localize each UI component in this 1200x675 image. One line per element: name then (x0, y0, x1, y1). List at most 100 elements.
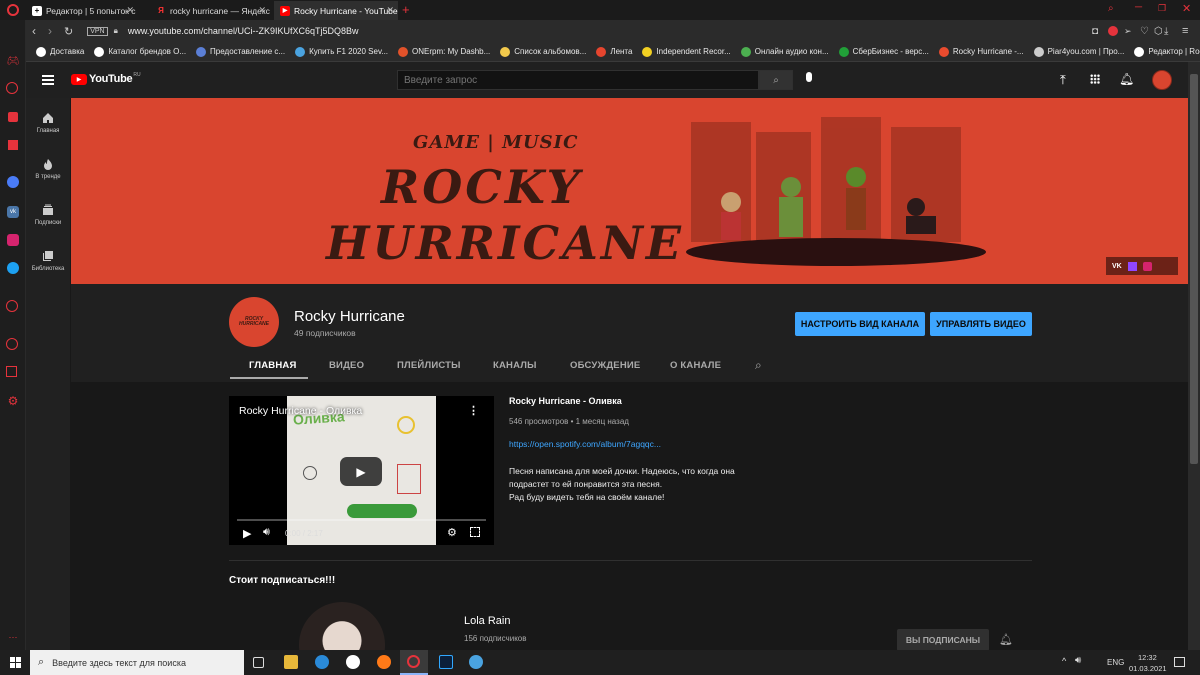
instagram-icon[interactable] (1142, 261, 1152, 271)
bookmark-item[interactable]: Предоставление с... (192, 44, 289, 60)
video-player[interactable]: Оливка Rocky Hurricane - Оливка ⋮ ▶ ▶ 🔊︎… (229, 396, 494, 545)
youtube-logo[interactable]: ▶ YouTube RU (71, 72, 141, 85)
gamepad-icon[interactable]: 🎮︎ (6, 54, 20, 68)
messenger-icon[interactable] (7, 176, 19, 188)
settings-icon[interactable]: ⚙ (447, 526, 457, 539)
adblock-icon[interactable] (1108, 26, 1118, 36)
reload-icon[interactable]: ↻ (64, 25, 73, 38)
bell-icon[interactable]: 🔔︎ (1119, 72, 1134, 86)
file-explorer-icon[interactable] (284, 655, 298, 669)
bookmark-item[interactable]: ONErpm: My Dashb... (394, 44, 494, 60)
mic-icon[interactable] (806, 72, 812, 82)
bookmark-item[interactable]: Список альбомов... (496, 44, 590, 60)
heart-icon[interactable]: ♡ (1140, 26, 1149, 37)
bookmark-item[interactable]: Piar4you.com | Про... (1030, 44, 1129, 60)
forward-icon[interactable]: › (48, 24, 52, 38)
search-tabs-icon[interactable]: ⌕ (1108, 3, 1114, 14)
cube-icon[interactable] (6, 366, 17, 377)
customize-channel-button[interactable]: НАСТРОИТЬ ВИД КАНАЛА (795, 312, 925, 336)
tab-about[interactable]: О КАНАЛЕ (670, 360, 721, 371)
notifications-icon[interactable] (1174, 657, 1185, 667)
new-tab-button[interactable]: + (402, 2, 410, 17)
close-icon[interactable]: ✕ (126, 5, 134, 16)
fullscreen-icon[interactable] (470, 527, 480, 537)
url-field[interactable]: www.youtube.com/channel/UCi--ZK9IKUfXC6q… (128, 26, 359, 36)
close-icon[interactable]: ✕ (258, 5, 266, 16)
vk-link[interactable]: VK (1112, 263, 1122, 270)
bookmark-item[interactable]: Independent Recor... (638, 44, 734, 60)
apps-icon[interactable] (1090, 74, 1100, 84)
search-button[interactable]: ⌕ (759, 70, 793, 90)
more-options-icon[interactable]: ⋮ (468, 404, 479, 417)
bag-icon[interactable] (8, 112, 18, 122)
tab-playlists[interactable]: ПЛЕЙЛИСТЫ (397, 360, 461, 371)
tab-channels[interactable]: КАНАЛЫ (493, 360, 537, 371)
instagram-icon[interactable] (7, 234, 19, 246)
camera-icon[interactable]: ◘ (1092, 26, 1098, 37)
tray-chevron-icon[interactable]: ^ (1062, 656, 1066, 666)
settings-icon[interactable]: ⚙ (6, 394, 20, 408)
avatar[interactable] (1152, 70, 1172, 90)
hamburger-icon[interactable] (42, 75, 54, 85)
guide-item-home[interactable]: Главная (26, 112, 70, 134)
bookmark-item[interactable]: Купить F1 2020 Sev... (291, 44, 392, 60)
tab-videos[interactable]: ВИДЕО (329, 360, 364, 371)
bookmark-item[interactable]: Лента (592, 44, 636, 60)
firefox-icon[interactable] (377, 655, 391, 669)
progress-bar[interactable] (237, 519, 486, 521)
search-input[interactable] (397, 70, 759, 90)
opera-icon[interactable] (407, 655, 420, 668)
bookmark-item[interactable]: Онлайн аудио кон... (737, 44, 833, 60)
speed-icon[interactable] (6, 82, 18, 94)
guide-item-subscriptions[interactable]: Подписки (26, 204, 70, 226)
close-icon[interactable]: ✕ (386, 5, 394, 16)
history-icon[interactable] (6, 338, 18, 350)
download-icon[interactable]: ⤓ (1164, 26, 1168, 37)
video-title[interactable]: Rocky Hurricane - Оливка (509, 396, 622, 406)
yandex-browser-icon[interactable] (346, 655, 360, 669)
opera-logo-icon[interactable] (7, 4, 19, 16)
player-title[interactable]: Rocky Hurricane - Оливка (239, 405, 362, 417)
language-indicator[interactable]: ENG (1107, 658, 1124, 667)
video-link[interactable]: https://open.spotify.com/album/7agqqc... (509, 439, 661, 449)
browser-tab-1[interactable]: + Редактор | 5 попыток с YC ✕ (26, 1, 138, 20)
guide-item-library[interactable]: Библиотека (26, 250, 70, 272)
send-icon[interactable]: ➢ (1124, 26, 1132, 37)
close-window-button[interactable]: ✕ (1182, 2, 1191, 15)
menu-icon[interactable]: ≡ (1182, 25, 1188, 37)
recommended-channel-name[interactable]: Lola Rain (464, 615, 510, 627)
taskbar-search[interactable]: ⌕ Введите здесь текст для поиска (30, 650, 244, 675)
tab-discussion[interactable]: ОБСУЖДЕНИЕ (570, 360, 640, 371)
tab-home[interactable]: ГЛАВНАЯ (249, 360, 297, 371)
twitter-icon[interactable] (7, 262, 19, 274)
guide-item-trending[interactable]: В тренде (26, 158, 70, 180)
bookmark-item[interactable]: Редактор | Rocky H... (1130, 44, 1200, 60)
bookmark-item[interactable]: Rocky Hurricane -... (935, 44, 1028, 60)
player-icon[interactable] (6, 300, 18, 312)
task-view-icon[interactable] (253, 657, 264, 668)
clock-time[interactable]: 12:32 (1138, 653, 1157, 662)
volume-icon[interactable]: 🔊︎ (263, 526, 270, 539)
app-icon[interactable] (469, 655, 483, 669)
bookmark-item[interactable]: СберБизнес - верс... (835, 44, 933, 60)
speaker-icon[interactable]: 🔊︎ (1075, 655, 1081, 666)
more-icon[interactable]: ··· (6, 630, 20, 644)
scrollbar-thumb[interactable] (1190, 74, 1198, 464)
channel-search-icon[interactable]: ⌕ (755, 358, 762, 373)
cube-icon[interactable]: ⬡ (1154, 26, 1163, 37)
play-icon[interactable]: ▶ (243, 527, 251, 540)
bookmark-item[interactable]: Каталог брендов О... (90, 44, 190, 60)
restore-button[interactable]: ❐ (1158, 3, 1166, 14)
page-scrollbar[interactable] (1188, 62, 1200, 650)
edge-icon[interactable] (315, 655, 329, 669)
twitch-icon[interactable] (8, 140, 18, 150)
minimize-button[interactable]: ─ (1135, 2, 1142, 13)
browser-tab-2[interactable]: Я rocky hurricane — Яндекс ✕ (150, 1, 270, 20)
play-button[interactable]: ▶ (340, 457, 382, 486)
browser-tab-3[interactable]: ▶ Rocky Hurricane - YouTube ✕ (274, 1, 398, 20)
vpn-badge[interactable]: VPN (87, 26, 108, 36)
subscribed-button[interactable]: ВЫ ПОДПИСАНЫ (897, 629, 989, 650)
upload-icon[interactable]: ⤒ (1060, 72, 1066, 88)
windows-start-icon[interactable] (10, 657, 21, 668)
twitch-icon[interactable] (1127, 261, 1137, 271)
